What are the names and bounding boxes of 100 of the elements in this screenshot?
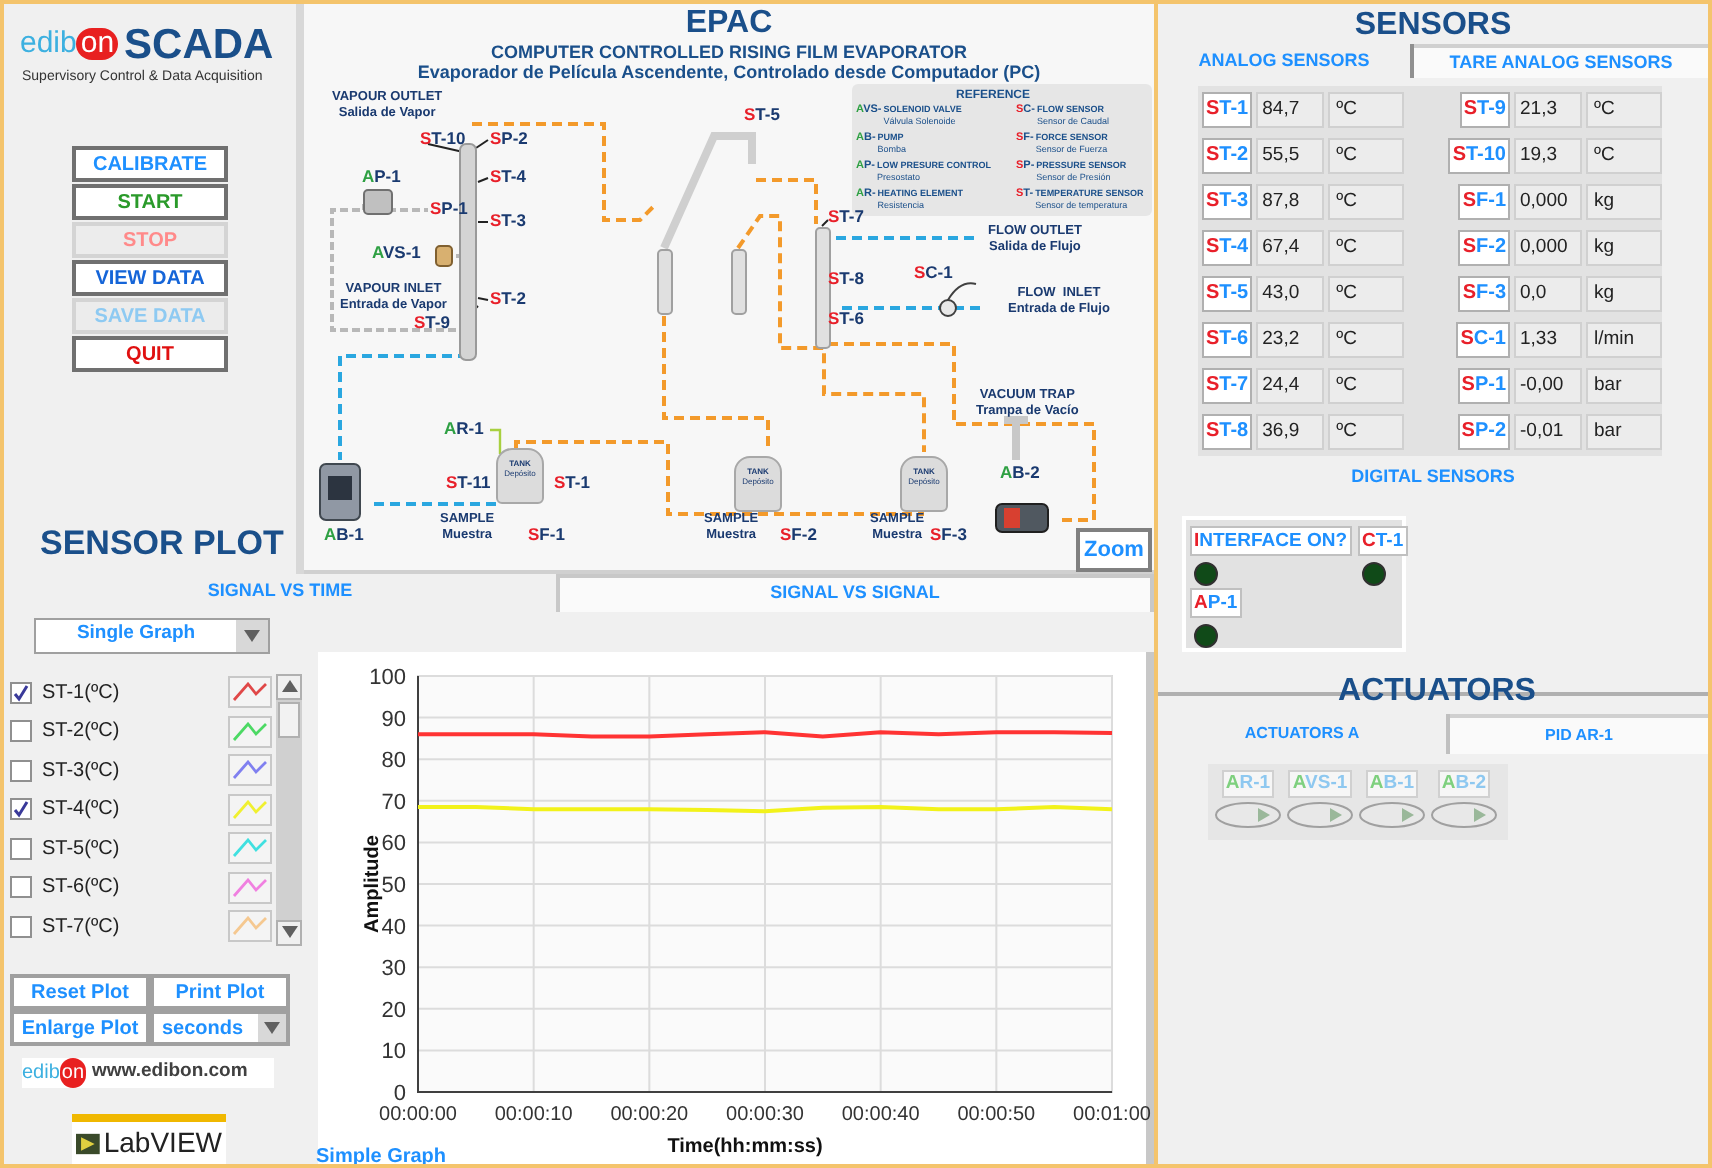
sensor-unit: kg	[1586, 276, 1662, 312]
sensor-label: SP-1	[1457, 368, 1510, 404]
sensor-value: 0,000	[1514, 230, 1582, 266]
sensor-value: 43,0	[1256, 276, 1325, 312]
section-title: SENSORS	[1352, 8, 1514, 44]
sensor-unit: kg	[1586, 184, 1662, 220]
control-button[interactable]: START	[72, 184, 228, 220]
toggle-switch[interactable]	[1286, 802, 1354, 828]
sensor-tag: SP-1	[430, 200, 468, 217]
toggle-switch[interactable]	[1214, 802, 1282, 828]
axis-tick-label: 70	[381, 789, 406, 814]
diagram-title: EPAC	[685, 8, 773, 40]
labview-logo: LabVIEW	[103, 1124, 222, 1162]
tab[interactable]: TARE ANALOG SENSORS	[1414, 44, 1708, 78]
sensor-value: 55,5	[1256, 138, 1325, 174]
sensor-label: ST-7	[1202, 368, 1253, 404]
gauge-icon	[363, 189, 393, 215]
pump-icon	[995, 503, 1049, 533]
sensor-value: 21,3	[1514, 92, 1582, 128]
sensor-unit: kg	[1586, 230, 1662, 266]
sensor-tag: AP-1	[362, 168, 401, 185]
axis-tick-label: 00:00:20	[610, 1103, 689, 1125]
sensor-tag: SF-3	[930, 526, 967, 543]
diagram-subtitle: COMPUTER CONTROLLED RISING FILM EVAPORATOR	[491, 44, 967, 62]
sensor-tag: ST-7	[828, 208, 864, 225]
checkbox[interactable]	[10, 798, 32, 821]
sensor-value: 87,8	[1256, 184, 1325, 220]
sensor-value: 23,2	[1256, 322, 1325, 358]
plot-button[interactable]: Enlarge Plot	[10, 1010, 150, 1046]
dropdown-arrow-icon	[264, 1022, 280, 1034]
checkbox[interactable]	[10, 681, 32, 704]
sensor-tag: AB-2	[1000, 464, 1040, 481]
control-button[interactable]: CALIBRATE	[72, 146, 228, 182]
wire	[490, 428, 502, 454]
checkbox[interactable]	[10, 837, 32, 860]
sensor-label: SC-1	[1456, 322, 1510, 358]
axis-tick-label: 00:00:10	[494, 1103, 573, 1125]
checkbox[interactable]	[10, 915, 32, 938]
signal-label: ST-4(ºC)	[42, 796, 122, 825]
actuator-label: AB-1	[1365, 770, 1419, 798]
leader-line	[477, 177, 489, 183]
toggle-switch[interactable]	[1358, 802, 1426, 828]
control-button[interactable]: VIEW DATA	[72, 260, 228, 296]
brand-logo: edibon	[22, 1058, 87, 1088]
sensor-tag: ST-1	[554, 474, 590, 491]
sensor-label: ST-4	[1202, 230, 1253, 266]
axis-tick-label: 100	[369, 665, 406, 689]
plot-button[interactable]: Reset Plot	[10, 974, 150, 1010]
axis-tick-label: 60	[381, 831, 406, 856]
control-button[interactable]: QUIT	[72, 336, 228, 372]
axis-tick-label: 20	[381, 997, 406, 1022]
sensor-unit: l/min	[1586, 322, 1662, 358]
signal-label: ST-3(ºC)	[42, 757, 122, 786]
sensor-unit: ºC	[1328, 276, 1405, 312]
axis-tick-label: 0	[393, 1081, 406, 1105]
sensor-tag: ST-3	[490, 212, 526, 229]
sensor-value: 67,4	[1256, 230, 1325, 266]
sensor-value: 0,000	[1514, 184, 1582, 220]
sensor-tag: AR-1	[444, 420, 484, 437]
condenser	[731, 249, 747, 315]
tab[interactable]: SIGNAL VS SIGNAL	[556, 573, 1154, 611]
checkbox[interactable]	[10, 720, 32, 743]
sensor-label: SF-1	[1458, 184, 1510, 220]
sensor-value: 24,4	[1256, 368, 1325, 404]
sensor-label: SF-3	[1458, 276, 1510, 312]
sensor-value: 19,3	[1514, 138, 1582, 174]
sensor-unit: ºC	[1586, 138, 1662, 174]
condenser	[657, 249, 673, 315]
signal-label: ST-7(ºC)	[42, 913, 122, 942]
website-link[interactable]: www.edibon.com	[92, 1058, 248, 1088]
zoom-button[interactable]: Zoom	[1076, 528, 1152, 572]
scroll-down-icon	[281, 926, 297, 938]
checkbox[interactable]	[10, 759, 32, 782]
toggle-switch[interactable]	[1430, 802, 1498, 828]
labview-icon	[76, 1131, 100, 1155]
checkbox[interactable]	[10, 876, 32, 899]
dropdown[interactable]: Single Graph	[34, 617, 270, 653]
tab[interactable]: PID AR-1	[1450, 714, 1708, 754]
axis-tick-label: 30	[381, 956, 406, 981]
axis-tick-label: 50	[381, 873, 406, 897]
scrollbar[interactable]	[276, 673, 302, 945]
plot-button[interactable]: Print Plot	[150, 974, 290, 1010]
sensor-tag: ST-11	[446, 474, 491, 491]
scroll-thumb[interactable]	[278, 701, 300, 737]
vapour-pipe	[660, 132, 756, 250]
sensor-tag: AB-1	[324, 526, 364, 543]
indicator-label: AP-1	[1190, 587, 1242, 617]
sensor-value: -0,01	[1514, 414, 1582, 450]
axis-tick-label: 00:01:00	[1073, 1103, 1151, 1125]
section-title: SENSOR PLOT	[40, 522, 286, 566]
axis-title: Amplitude	[362, 834, 384, 932]
vacuum-trap	[1000, 416, 1032, 464]
sensor-label: SP-2	[1457, 414, 1510, 450]
sensor-value: 1,33	[1514, 322, 1582, 358]
dropdown[interactable]: seconds	[150, 1010, 290, 1046]
sensor-label: ST-3	[1202, 184, 1253, 220]
condenser	[815, 227, 831, 349]
axis-tick-label: 90	[381, 706, 406, 731]
sensor-value: 0,0	[1514, 276, 1582, 312]
sensor-unit: ºC	[1328, 322, 1405, 358]
